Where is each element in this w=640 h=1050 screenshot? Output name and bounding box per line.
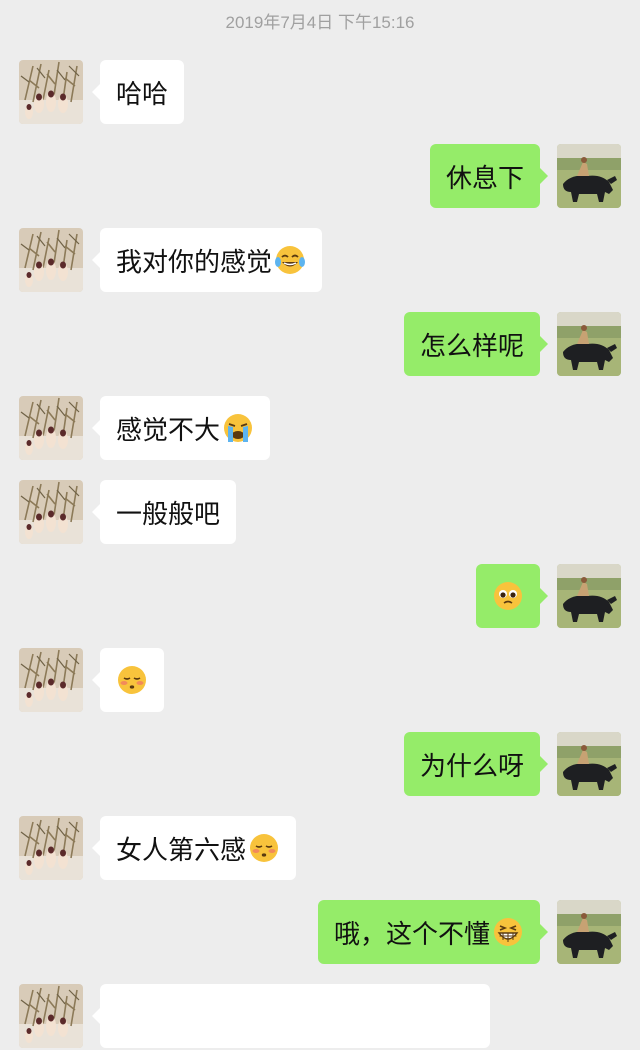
message-row: 哈哈 [0,60,640,126]
contact-avatar[interactable] [19,60,83,124]
message-row: 为什么呀 [0,732,640,798]
chat-timestamp: 2019年7月4日 下午15:16 [225,13,415,32]
self-avatar[interactable] [557,564,621,628]
message-bubble[interactable] [92,648,164,712]
message-row: 哦，这个不懂 [0,900,640,966]
self-avatar[interactable] [557,732,621,796]
message-bubble[interactable]: 为什么呀 [403,732,549,796]
message-row: 女人第六感 [0,816,640,882]
contact-avatar[interactable] [19,396,83,460]
message-bubble[interactable] [92,984,490,1048]
message-bubble[interactable]: 我对你的感觉 [91,228,323,292]
tears-of-joy-emoji-icon [274,244,306,276]
message-bubble[interactable]: 哈哈 [91,60,185,124]
message-text: 感觉不大 [116,415,221,446]
contact-avatar[interactable] [19,984,83,1048]
message-row: 感觉不大 [0,396,640,462]
message-bubble[interactable]: 感觉不大 [91,396,271,460]
message-text: 我对你的感觉 [116,247,273,278]
message-text: 怎么样呢 [419,331,524,362]
message-row: 我对你的感觉 [0,228,640,294]
contact-avatar[interactable] [19,816,83,880]
message-row-partial [0,984,640,1050]
message-row: 怎么样呢 [0,312,640,378]
message-row: 休息下 [0,144,640,210]
pleading-face-emoji-icon [492,580,524,612]
message-row [0,648,640,714]
message-bubble[interactable]: 哦，这个不懂 [317,900,549,964]
blushing-relieved-emoji-icon [116,664,148,696]
grinning-squinting-emoji-icon [492,916,524,948]
message-row: 一般般吧 [0,480,640,546]
self-avatar[interactable] [557,312,621,376]
contact-avatar[interactable] [19,228,83,292]
message-text: 为什么呀 [419,751,524,782]
self-avatar[interactable] [557,144,621,208]
message-bubble[interactable]: 一般般吧 [91,480,237,544]
blushing-relieved-emoji-icon [248,832,280,864]
contact-avatar[interactable] [19,648,83,712]
message-text: 哈哈 [116,79,169,110]
message-row [0,564,640,630]
contact-avatar[interactable] [19,480,83,544]
self-avatar[interactable] [557,900,621,964]
loudly-crying-emoji-icon [222,412,254,444]
message-text: 一般般吧 [116,499,221,530]
message-text: 休息下 [445,163,524,194]
message-text: 哦，这个不懂 [333,919,490,950]
message-bubble[interactable]: 休息下 [429,144,549,208]
message-bubble[interactable] [476,564,548,628]
message-bubble[interactable]: 女人第六感 [91,816,297,880]
message-text: 女人第六感 [116,835,247,866]
message-bubble[interactable]: 怎么样呢 [403,312,549,376]
